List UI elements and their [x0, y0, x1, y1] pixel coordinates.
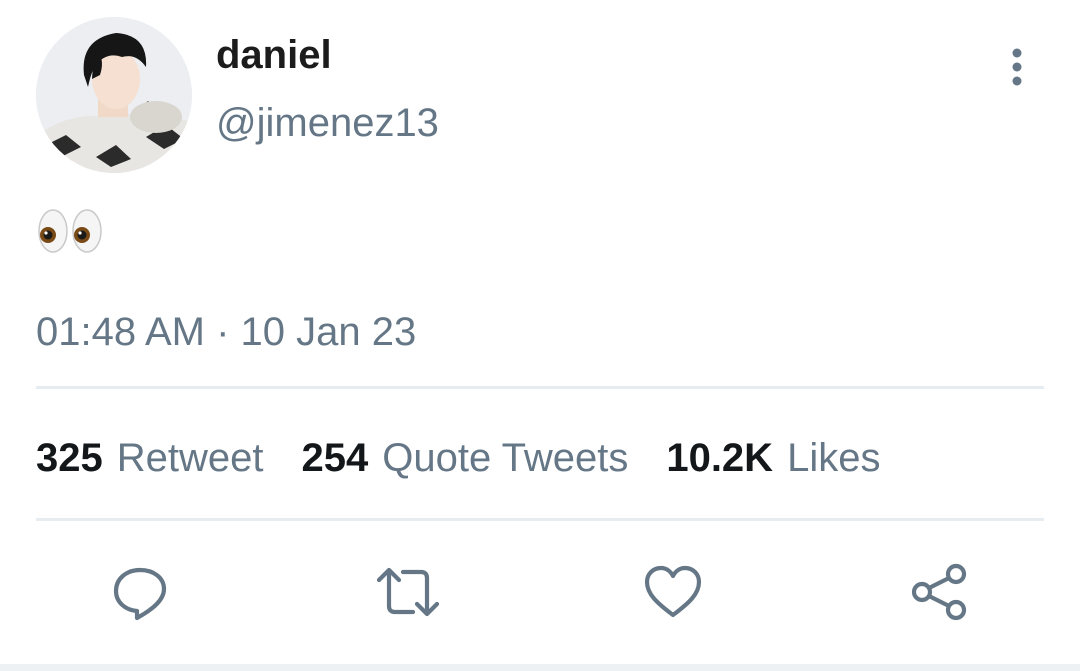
divider-top: [36, 386, 1044, 389]
heart-icon: [644, 565, 702, 618]
retweet-label: Retweet: [116, 436, 264, 480]
avatar[interactable]: [36, 17, 192, 173]
more-options-button[interactable]: [1000, 46, 1034, 90]
likes-label: Likes: [787, 436, 881, 480]
engagement-stats: 325 Retweet 254 Quote Tweets 10.2K Likes: [36, 433, 918, 483]
quote-tweets-stat[interactable]: 254 Quote Tweets: [302, 433, 629, 483]
likes-count: 10.2K: [666, 436, 774, 480]
tweet-detail: daniel @jimenez13 01:48 AM · 10 Jan 23 3…: [0, 0, 1080, 671]
tweet-text-content: [36, 202, 106, 258]
likes-stat[interactable]: 10.2K Likes: [666, 433, 880, 483]
retweet-button[interactable]: [375, 562, 440, 622]
reply-button[interactable]: [110, 562, 170, 622]
quote-tweets-label: Quote Tweets: [382, 436, 629, 480]
display-name[interactable]: daniel: [216, 30, 332, 80]
quote-tweets-count: 254: [301, 436, 369, 480]
avatar-image: [36, 17, 192, 173]
share-button[interactable]: [910, 562, 970, 622]
more-vertical-icon: [1012, 48, 1022, 86]
divider-bottom: [36, 518, 1044, 521]
like-button[interactable]: [643, 562, 703, 622]
retweet-stat[interactable]: 325 Retweet: [36, 433, 264, 483]
retweet-count: 325: [36, 436, 103, 480]
tweet-timestamp: 01:48 AM · 10 Jan 23: [36, 310, 417, 354]
bottom-divider: [0, 664, 1080, 671]
retweet-icon: [376, 567, 440, 617]
eyes-emoji: [38, 209, 102, 253]
reply-icon: [113, 567, 167, 621]
tweet-text: [36, 202, 106, 272]
user-handle[interactable]: @jimenez13: [216, 98, 439, 148]
share-icon: [911, 563, 967, 621]
